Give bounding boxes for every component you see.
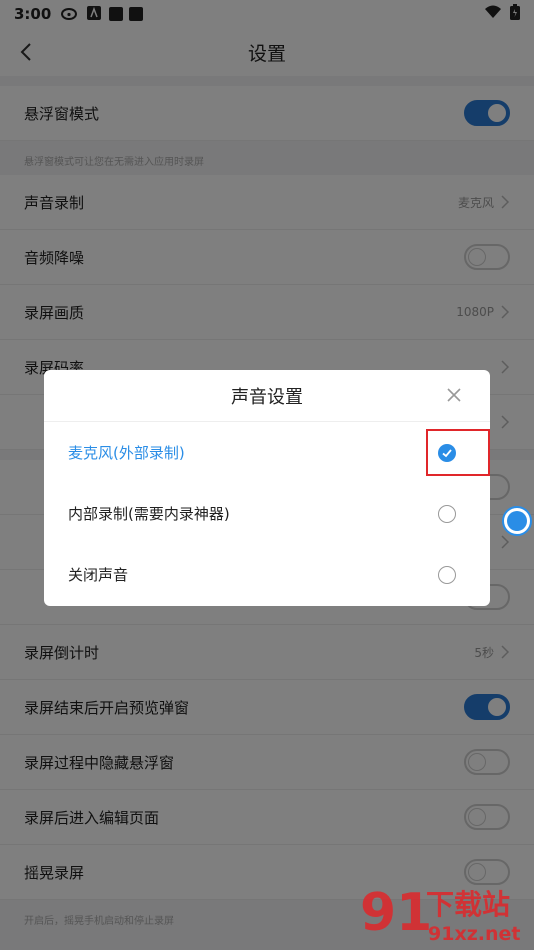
radio-icon[interactable] xyxy=(438,504,456,523)
option-label: 内部录制(需要内录神器) xyxy=(68,505,230,523)
highlight-box xyxy=(426,429,490,476)
option-label: 关闭声音 xyxy=(68,566,129,584)
dialog-title: 声音设置 xyxy=(231,386,303,408)
dialog-header: 声音设置 xyxy=(44,370,490,422)
option-microphone[interactable]: 麦克风(外部录制) xyxy=(44,422,490,483)
svg-text:91: 91 xyxy=(360,883,432,943)
option-label: 麦克风(外部录制) xyxy=(68,444,185,462)
watermark-url: 91xz.net xyxy=(428,923,520,945)
close-icon[interactable] xyxy=(446,387,462,403)
option-internal[interactable]: 内部录制(需要内录神器) xyxy=(44,483,490,544)
option-mute[interactable]: 关闭声音 xyxy=(44,544,490,605)
sound-settings-dialog: 声音设置 麦克风(外部录制) 内部录制(需要内录神器) 关闭声音 xyxy=(44,370,490,606)
floating-ball-icon[interactable] xyxy=(502,506,532,536)
watermark-text: 下载站 xyxy=(426,888,510,921)
radio-icon[interactable] xyxy=(438,565,456,584)
watermark-logo: 91 下载站 91xz.net xyxy=(358,880,528,946)
